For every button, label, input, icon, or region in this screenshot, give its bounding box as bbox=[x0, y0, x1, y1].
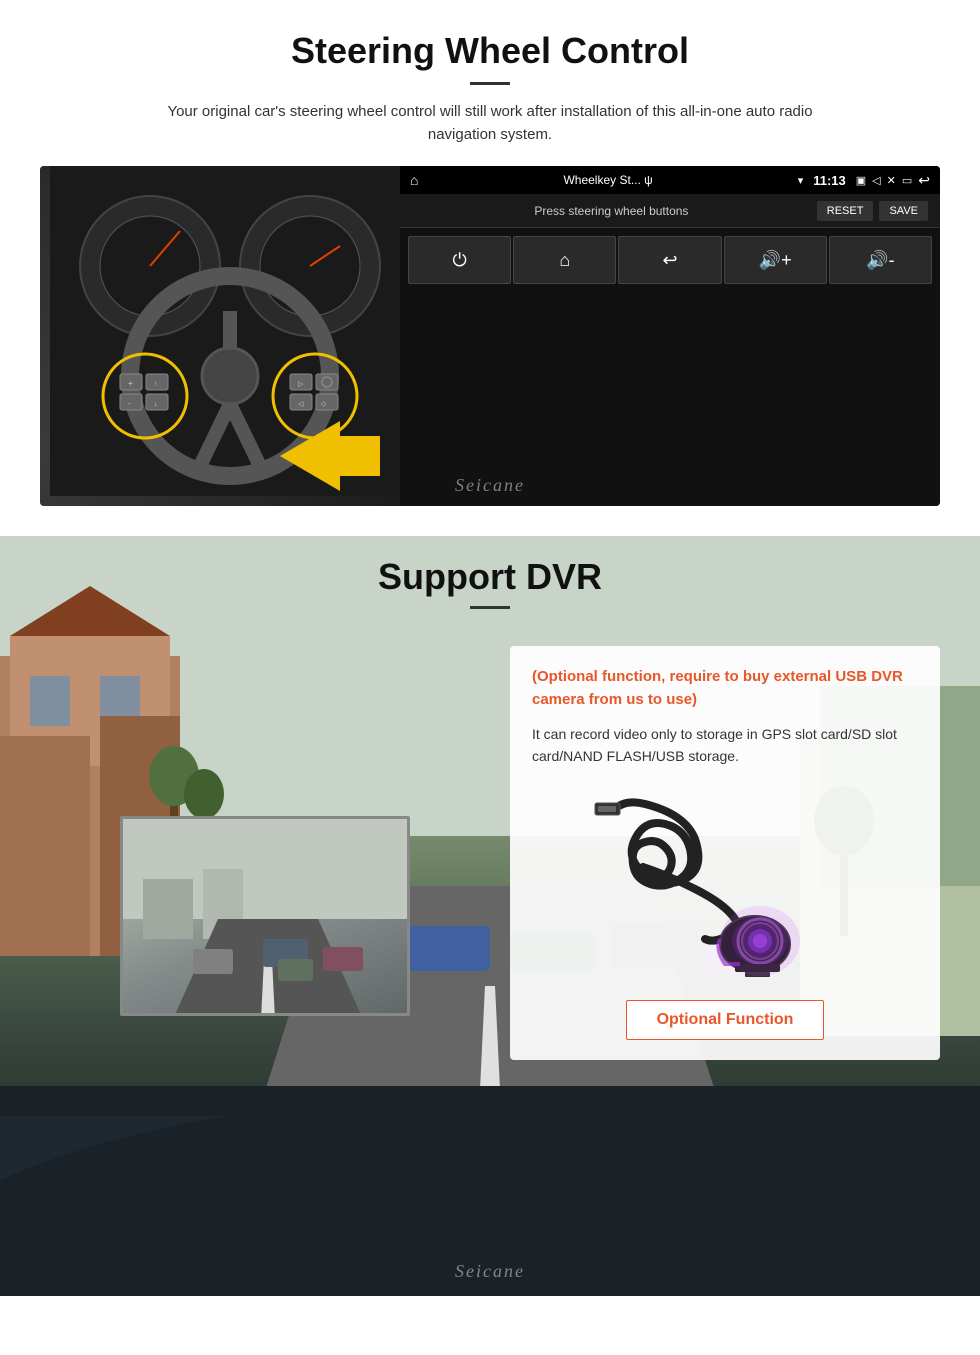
hu-control-back[interactable]: ↩ bbox=[618, 236, 721, 284]
hu-control-vol-up[interactable]: 🔊+ bbox=[724, 236, 827, 284]
svg-text:-: - bbox=[128, 399, 131, 408]
hu-camera-icon: ▣ bbox=[856, 174, 866, 187]
dvr-title-underline bbox=[470, 606, 510, 609]
steering-wheel-svg: + - ↑ ↓ ▷ ◁ ◇ bbox=[50, 166, 410, 496]
hu-control-home[interactable]: ⌂ bbox=[513, 236, 616, 284]
hu-volume-icon: ◁ bbox=[872, 174, 880, 187]
hu-time: 11:13 bbox=[813, 173, 846, 188]
hu-home-icon: ⌂ bbox=[410, 172, 418, 188]
dvr-title-block: Support DVR bbox=[0, 556, 980, 609]
steering-description: Your original car's steering wheel contr… bbox=[140, 101, 840, 146]
svg-text:↓: ↓ bbox=[154, 401, 158, 408]
dvr-optional-text: (Optional function, require to buy exter… bbox=[532, 666, 918, 711]
hu-screen-icon: ▭ bbox=[902, 174, 912, 187]
steering-watermark: Seicane bbox=[455, 475, 525, 496]
hu-x-icon: ✕ bbox=[887, 174, 896, 187]
dvr-description: It can record video only to storage in G… bbox=[532, 723, 918, 768]
steering-wheel-section: Steering Wheel Control Your original car… bbox=[0, 0, 980, 526]
dvr-watermark: Seicane bbox=[455, 1261, 525, 1282]
hu-control-vol-down[interactable]: 🔊- bbox=[829, 236, 932, 284]
svg-text:◇: ◇ bbox=[321, 401, 327, 408]
steering-photo: + - ↑ ↓ ▷ ◁ ◇ bbox=[40, 166, 420, 506]
dvr-title: Support DVR bbox=[0, 556, 980, 598]
hu-reset-button[interactable]: RESET bbox=[817, 201, 874, 221]
svg-text:+: + bbox=[128, 379, 133, 388]
steering-image-wrapper: + - ↑ ↓ ▷ ◁ ◇ ⌂ bbox=[40, 166, 940, 506]
hu-control-power[interactable]: ⏻ bbox=[408, 236, 511, 284]
svg-text:▷: ▷ bbox=[298, 381, 304, 388]
dvr-section: Support DVR (Optional function, require … bbox=[0, 536, 980, 1296]
dvr-thumb-svg bbox=[123, 819, 410, 1016]
steering-title: Steering Wheel Control bbox=[40, 30, 940, 72]
hu-status-bar: ⌂ Wheelkey St... ψ ▾ 11:13 ▣ ◁ ✕ ▭ ↩ bbox=[400, 166, 940, 194]
hu-wifi-icon: ▾ bbox=[798, 174, 804, 187]
optional-function-wrapper: Optional Function bbox=[532, 1000, 918, 1040]
hu-empty-area bbox=[400, 292, 940, 472]
hu-controls-grid: ⏻ ⌂ ↩ 🔊+ 🔊- bbox=[400, 228, 940, 292]
hu-back-icon: ↩ bbox=[918, 172, 930, 189]
dvr-camera-svg bbox=[565, 789, 885, 979]
dvr-camera-image bbox=[532, 784, 918, 984]
optional-function-button[interactable]: Optional Function bbox=[626, 1000, 825, 1040]
svg-text:◁: ◁ bbox=[298, 401, 304, 408]
hu-save-button[interactable]: SAVE bbox=[879, 201, 928, 221]
dvr-preview-thumbnail bbox=[120, 816, 410, 1016]
dvr-info-card: (Optional function, require to buy exter… bbox=[510, 646, 940, 1060]
hu-instruction-text: Press steering wheel buttons bbox=[412, 204, 811, 218]
steering-title-underline bbox=[470, 82, 510, 85]
svg-text:↑: ↑ bbox=[154, 381, 158, 388]
hu-app-name: Wheelkey St... ψ bbox=[424, 173, 791, 187]
hu-instruction-bar: Press steering wheel buttons RESET SAVE bbox=[400, 194, 940, 228]
head-unit-screen: ⌂ Wheelkey St... ψ ▾ 11:13 ▣ ◁ ✕ ▭ ↩ Pre… bbox=[400, 166, 940, 506]
